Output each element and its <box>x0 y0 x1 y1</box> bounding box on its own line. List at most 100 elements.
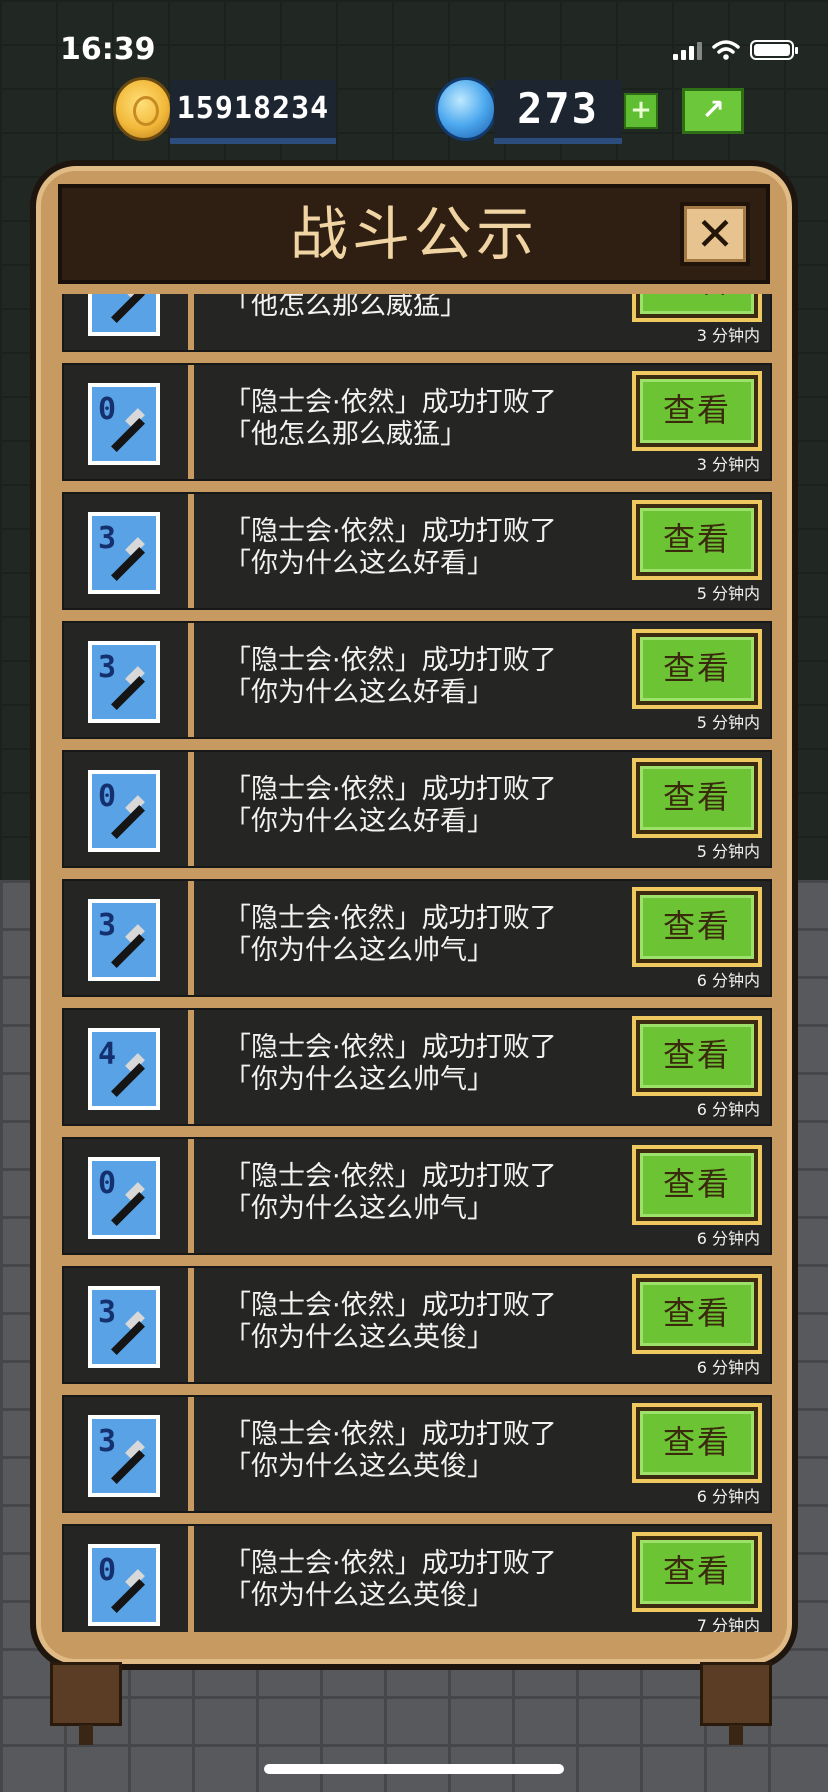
entry-time: 6 分钟内 <box>696 1100 760 1119</box>
avatar-rank-label: 3 <box>98 1295 117 1330</box>
add-gems-button[interactable]: + <box>624 93 658 129</box>
entry-defender-text: 「你为什么这么英俊」 <box>224 1451 494 1482</box>
entry-defender-text: 「你为什么这么帅气」 <box>224 935 494 966</box>
player-avatar[interactable]: 3 <box>88 899 160 981</box>
view-button[interactable]: 查看 <box>636 294 758 318</box>
battle-entry: 4 「隐士会·依然」成功打败了 「你为什么这么帅气」 查看 6 分钟内 <box>62 1008 772 1126</box>
view-button[interactable]: 查看 <box>636 891 758 963</box>
entry-time: 6 分钟内 <box>696 1229 760 1248</box>
entry-attacker-text: 「隐士会·依然」成功打败了 <box>224 516 557 547</box>
entry-time: 3 分钟内 <box>696 326 760 345</box>
view-button[interactable]: 查看 <box>636 1536 758 1608</box>
view-button[interactable]: 查看 <box>636 1278 758 1350</box>
close-icon: ✕ <box>695 207 735 261</box>
battle-list[interactable]: 0 「隐士会·依然」成功打败了 「他怎么那么威猛」 查看 3 分钟内 0 「隐士… <box>62 294 772 1632</box>
gem-icon <box>438 80 494 138</box>
avatar-rank-label: 3 <box>98 650 117 685</box>
player-avatar[interactable]: 0 <box>88 1157 160 1239</box>
battle-announcement-dialog: 战斗公示 ✕ 0 「隐士会·依然」成功打败了 「他怎么那么威猛」 查看 3 分钟… <box>30 160 798 1670</box>
battle-entry: 3 「隐士会·依然」成功打败了 「你为什么这么好看」 查看 5 分钟内 <box>62 621 772 739</box>
battle-entry: 0 「隐士会·依然」成功打败了 「你为什么这么好看」 查看 5 分钟内 <box>62 750 772 868</box>
player-avatar[interactable]: 3 <box>88 641 160 723</box>
row-divider <box>188 1268 194 1382</box>
entry-defender-text: 「你为什么这么帅气」 <box>224 1064 494 1095</box>
player-avatar[interactable]: 4 <box>88 1028 160 1110</box>
battle-entry: 0 「隐士会·依然」成功打败了 「他怎么那么威猛」 查看 3 分钟内 <box>62 363 772 481</box>
row-divider <box>188 623 194 737</box>
coin-balance: 15918234 <box>170 80 336 144</box>
entry-attacker-text: 「隐士会·依然」成功打败了 <box>224 387 557 418</box>
entry-defender-text: 「你为什么这么帅气」 <box>224 1193 494 1224</box>
status-time: 16:39 <box>60 32 156 67</box>
entry-attacker-text: 「隐士会·依然」成功打败了 <box>224 1161 557 1192</box>
view-button[interactable]: 查看 <box>636 1149 758 1221</box>
entry-attacker-text: 「隐士会·依然」成功打败了 <box>224 1419 557 1450</box>
view-button[interactable]: 查看 <box>636 633 758 705</box>
row-divider <box>188 294 194 350</box>
view-button[interactable]: 查看 <box>636 1407 758 1479</box>
wooden-stand-left <box>50 1662 122 1745</box>
entry-time: 5 分钟内 <box>696 842 760 861</box>
row-divider <box>188 1397 194 1511</box>
player-avatar[interactable]: 3 <box>88 1286 160 1368</box>
player-avatar[interactable]: 0 <box>88 1544 160 1626</box>
player-avatar[interactable]: 0 <box>88 294 160 336</box>
row-divider <box>188 1010 194 1124</box>
entry-defender-text: 「你为什么这么好看」 <box>224 548 494 579</box>
avatar-rank-label: 0 <box>98 294 116 296</box>
player-avatar[interactable]: 3 <box>88 1415 160 1497</box>
player-avatar[interactable]: 3 <box>88 512 160 594</box>
dialog-title: 战斗公示 <box>289 200 538 268</box>
wooden-stand-right <box>700 1662 772 1745</box>
battle-entry: 3 「隐士会·依然」成功打败了 「你为什么这么好看」 查看 5 分钟内 <box>62 492 772 610</box>
cellular-signal-icon <box>673 40 702 60</box>
avatar-rank-label: 3 <box>98 908 117 943</box>
battery-icon <box>750 40 798 60</box>
entry-defender-text: 「他怎么那么威猛」 <box>224 419 467 450</box>
row-divider <box>188 1139 194 1253</box>
dialog-header: 战斗公示 ✕ <box>58 184 770 284</box>
row-divider <box>188 1526 194 1632</box>
view-button[interactable]: 查看 <box>636 504 758 576</box>
row-divider <box>188 365 194 479</box>
coin-icon <box>116 80 170 138</box>
battle-entry: 3 「隐士会·依然」成功打败了 「你为什么这么英俊」 查看 6 分钟内 <box>62 1266 772 1384</box>
avatar-rank-label: 0 <box>98 1166 117 1201</box>
view-button[interactable]: 查看 <box>636 1020 758 1092</box>
entry-time: 5 分钟内 <box>696 713 760 732</box>
view-button[interactable]: 查看 <box>636 375 758 447</box>
entry-attacker-text: 「隐士会·依然」成功打败了 <box>224 645 557 676</box>
player-avatar[interactable]: 0 <box>88 383 160 465</box>
close-button[interactable]: ✕ <box>680 202 750 266</box>
row-divider <box>188 881 194 995</box>
view-button[interactable]: 查看 <box>636 762 758 834</box>
row-divider <box>188 494 194 608</box>
entry-attacker-text: 「隐士会·依然」成功打败了 <box>224 1548 557 1579</box>
battle-entry: 3 「隐士会·依然」成功打败了 「你为什么这么英俊」 查看 6 分钟内 <box>62 1395 772 1513</box>
entry-defender-text: 「他怎么那么威猛」 <box>224 294 467 321</box>
wifi-icon <box>712 40 740 60</box>
player-avatar[interactable]: 0 <box>88 770 160 852</box>
battle-entry: 3 「隐士会·依然」成功打败了 「你为什么这么帅气」 查看 6 分钟内 <box>62 879 772 997</box>
entry-time: 3 分钟内 <box>696 455 760 474</box>
entry-time: 6 分钟内 <box>696 1358 760 1377</box>
battle-entry: 0 「隐士会·依然」成功打败了 「你为什么这么英俊」 查看 7 分钟内 <box>62 1524 772 1632</box>
entry-defender-text: 「你为什么这么英俊」 <box>224 1580 494 1611</box>
entry-time: 6 分钟内 <box>696 1487 760 1506</box>
entry-attacker-text: 「隐士会·依然」成功打败了 <box>224 903 557 934</box>
entry-defender-text: 「你为什么这么英俊」 <box>224 1322 494 1353</box>
avatar-rank-label: 0 <box>98 1553 117 1588</box>
entry-time: 6 分钟内 <box>696 971 760 990</box>
avatar-rank-label: 3 <box>98 521 117 556</box>
avatar-rank-label: 0 <box>98 392 117 427</box>
entry-defender-text: 「你为什么这么好看」 <box>224 677 494 708</box>
entry-attacker-text: 「隐士会·依然」成功打败了 <box>224 1032 557 1063</box>
avatar-rank-label: 3 <box>98 1424 117 1459</box>
avatar-rank-label: 0 <box>98 779 117 814</box>
entry-time: 5 分钟内 <box>696 584 760 603</box>
entry-time: 7 分钟内 <box>696 1616 760 1632</box>
status-icons <box>673 38 798 62</box>
entry-attacker-text: 「隐士会·依然」成功打败了 <box>224 1290 557 1321</box>
home-indicator[interactable] <box>264 1764 564 1774</box>
share-button[interactable]: ↗ <box>682 88 744 134</box>
